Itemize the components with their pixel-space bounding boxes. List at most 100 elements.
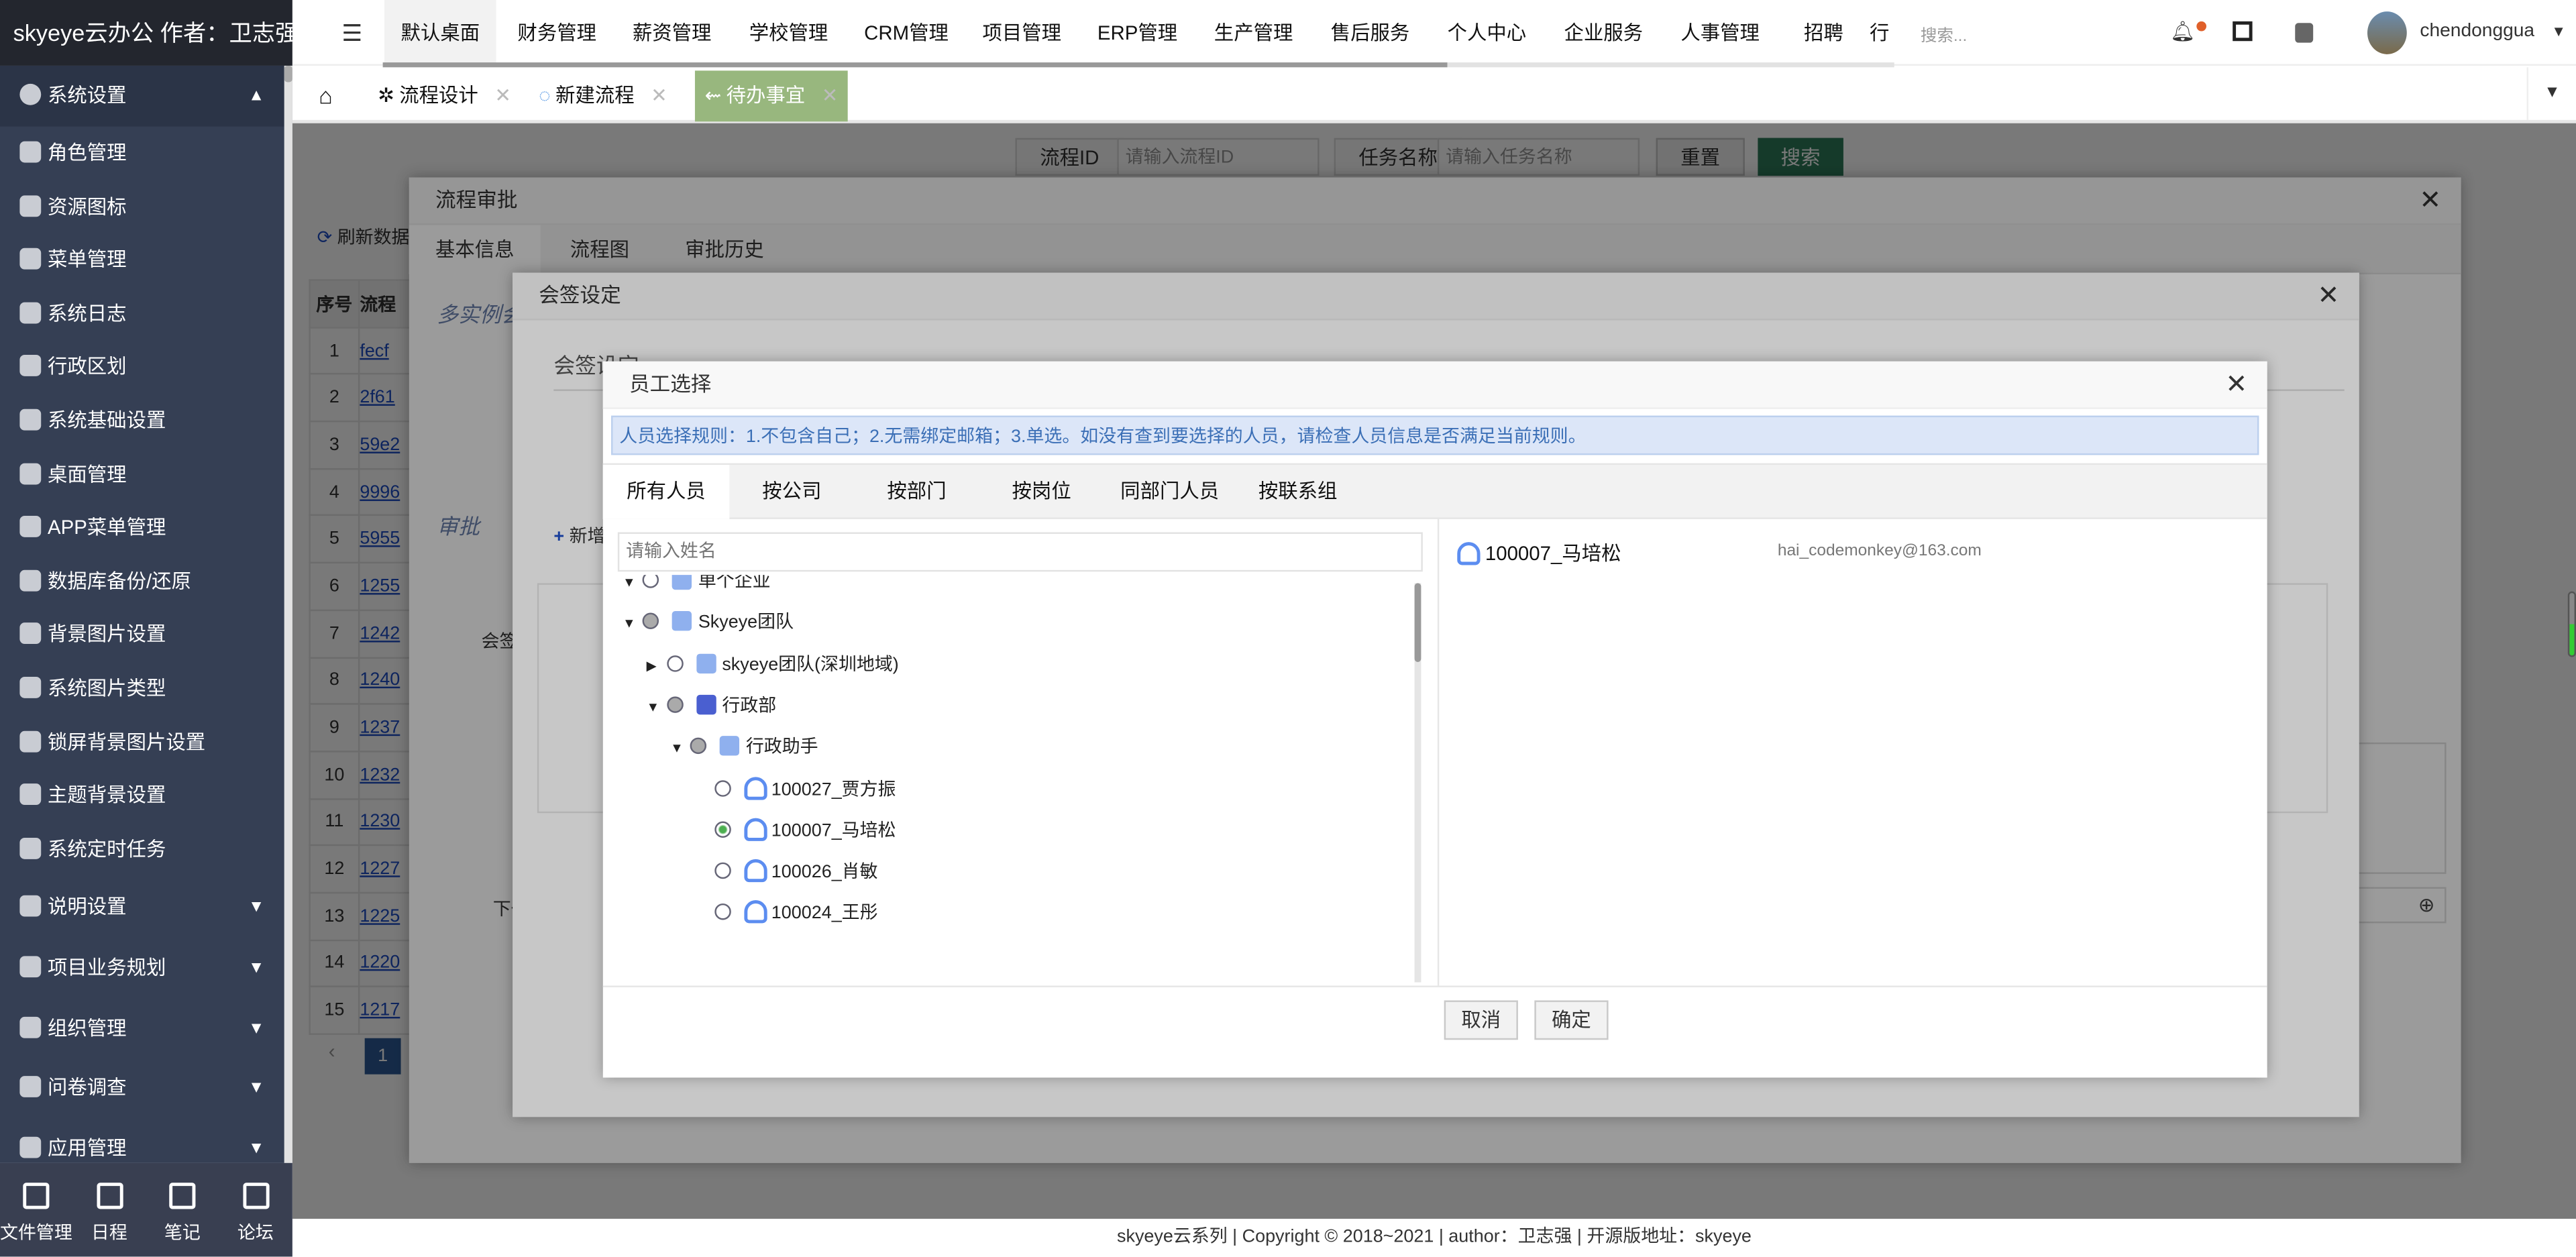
tree-radio[interactable] <box>666 655 683 671</box>
top-menu-item[interactable]: 人事管理 <box>1664 0 1776 66</box>
top-menu-item[interactable]: 招聘 <box>1788 0 1860 66</box>
tree-node[interactable]: 100024_王彤 <box>694 896 878 932</box>
top-menu-item[interactable]: 项目管理 <box>966 0 1078 66</box>
sidebar-item[interactable]: 背景图片设置 <box>19 618 166 651</box>
close-icon[interactable]: ✕ <box>2225 362 2247 409</box>
top-menu-item[interactable]: 行 <box>1853 0 1894 66</box>
user-icon <box>743 776 767 800</box>
sidebar-group[interactable]: 项目业务规划 ▼ <box>0 938 284 999</box>
expand-down-icon[interactable]: ▼ <box>623 575 639 601</box>
sidebar-item-label: 菜单管理 <box>48 248 127 272</box>
sidebar-item[interactable]: 桌面管理 <box>19 457 127 490</box>
language-icon[interactable] <box>2295 23 2314 43</box>
shortcut-2[interactable]: 笔记 <box>146 1163 219 1245</box>
top-menu-item[interactable]: 个人中心 <box>1431 0 1543 66</box>
tree-node[interactable]: ▼ 行政助手 <box>670 730 818 766</box>
avatar[interactable] <box>2367 11 2407 54</box>
sidebar-item[interactable]: 数据库备份/还原 <box>19 565 191 598</box>
top-menu-item[interactable]: CRM管理 <box>848 0 965 66</box>
shortcut-label: 日程 <box>91 1223 127 1244</box>
tab-0[interactable]: ✲ 流程设计 ✕ <box>368 70 521 121</box>
sidebar-item[interactable]: 锁屏背景图片设置 <box>19 725 205 758</box>
tree-radio[interactable] <box>714 904 731 921</box>
sidebar-item[interactable]: 行政区划 <box>19 351 127 384</box>
sidebar-item[interactable]: 系统基础设置 <box>19 404 166 437</box>
sidebar-group[interactable]: 说明设置 ▼ <box>0 877 284 938</box>
top-menu-item[interactable]: 生产管理 <box>1197 0 1309 66</box>
username[interactable]: chendonggua <box>2420 21 2551 41</box>
tree-radio[interactable] <box>690 738 707 755</box>
tree-radio[interactable] <box>666 696 683 713</box>
tree-radio[interactable] <box>642 613 659 630</box>
sidebar-group[interactable]: 组织管理 ▼ <box>0 998 284 1059</box>
cancel-button[interactable]: 取消 <box>1444 1000 1518 1040</box>
tree-scrollbar[interactable] <box>1414 583 1421 983</box>
tree-radio[interactable] <box>714 779 731 796</box>
tree-node[interactable]: ▼ 行政部 <box>647 688 776 724</box>
tree-node[interactable]: 100027_贾方振 <box>694 771 896 808</box>
expand-down-icon[interactable]: ▼ <box>623 606 639 643</box>
user-dropdown-icon[interactable]: ▼ <box>2551 23 2566 39</box>
bell-icon[interactable]: 🔔︎ <box>2170 19 2195 42</box>
shortcut-0[interactable]: 文件管理 <box>0 1163 72 1245</box>
tree-radio[interactable] <box>642 575 659 588</box>
menu-toggle-icon[interactable]: ☰ <box>341 19 362 48</box>
staff-tab[interactable]: 按岗位 <box>979 465 1104 519</box>
tab-close-icon[interactable]: ✕ <box>494 84 511 107</box>
name-search-input[interactable] <box>617 532 1423 572</box>
confirm-button[interactable]: 确定 <box>1534 1000 1609 1040</box>
tabs-dropdown-icon[interactable]: ▼ <box>2526 67 2576 120</box>
sidebar-group[interactable]: 问卷调查 ▼ <box>0 1058 284 1119</box>
staff-tab[interactable]: 同部门人员 <box>1104 465 1236 519</box>
top-menu-item[interactable]: 薪资管理 <box>616 0 728 66</box>
staff-tab[interactable]: 按公司 <box>729 465 854 519</box>
user-icon <box>1457 542 1481 565</box>
sidebar-item[interactable]: 系统图片类型 <box>19 672 166 705</box>
expand-down-icon[interactable]: ▼ <box>647 690 663 726</box>
tab-label: 流程设计 <box>399 83 478 107</box>
top-menu-item[interactable]: 企业服务 <box>1548 0 1660 66</box>
selected-staff-item[interactable]: 100007_马培松 <box>1457 539 1621 567</box>
org-tree: ▼ 单个企业 ▼ Skyeye团队 ▶ skyeye团队(深圳地域) ▼ 行政部 ▼ 行政助手 10… <box>603 575 1425 982</box>
staff-tab[interactable]: 所有人员 <box>602 465 730 519</box>
staff-tab[interactable]: 按部门 <box>854 465 979 519</box>
tab-close-icon[interactable]: ✕ <box>651 84 667 107</box>
tab-close-icon[interactable]: ✕ <box>822 84 839 107</box>
top-menu-item[interactable]: 默认桌面 <box>384 0 496 66</box>
top-menu-item[interactable]: 售后服务 <box>1314 0 1426 66</box>
footer-link[interactable]: skyeye <box>1695 1227 1752 1246</box>
staff-tab[interactable]: 按联系组 <box>1236 465 1360 519</box>
sidebar-item[interactable]: 主题背景设置 <box>19 779 166 812</box>
tab-label: 待办事宜 <box>726 83 806 107</box>
sidebar-item[interactable]: 系统日志 <box>19 297 127 330</box>
tree-node[interactable]: ▶ skyeye团队(深圳地域) <box>647 647 899 683</box>
shortcut-1[interactable]: 日程 <box>73 1163 146 1245</box>
sidebar-group-system-settings[interactable]: 系统设置 ▲ <box>0 65 284 127</box>
sidebar-group-label: 组织管理 <box>48 1016 127 1040</box>
top-menu-item[interactable]: 学校管理 <box>733 0 845 66</box>
caret-down-icon: ▼ <box>248 898 265 917</box>
expand-down-icon[interactable]: ▼ <box>670 731 686 767</box>
tree-node[interactable]: ▼ 单个企业 <box>623 575 771 601</box>
tree-node[interactable]: 100026_肖敏 <box>694 855 878 891</box>
home-tab[interactable]: ⌂ <box>309 70 342 121</box>
tree-radio[interactable] <box>714 862 731 879</box>
top-menu-item[interactable]: 财务管理 <box>501 0 613 66</box>
sidebar-item[interactable]: 角色管理 <box>19 136 127 169</box>
sidebar-scrollbar[interactable] <box>284 65 292 1163</box>
tab-2[interactable]: ⇜ 待办事宜 ✕ <box>694 70 849 122</box>
fullscreen-icon[interactable] <box>2233 21 2253 42</box>
sidebar-item[interactable]: 菜单管理 <box>19 243 127 276</box>
sidebar-item[interactable]: APP菜单管理 <box>19 511 166 544</box>
sidebar-item[interactable]: 系统定时任务 <box>19 832 166 865</box>
expand-right-icon[interactable]: ▶ <box>647 648 663 684</box>
global-search-input[interactable]: 搜索... <box>1921 21 1967 46</box>
shortcut-3[interactable]: 论坛 <box>219 1163 292 1245</box>
tab-1[interactable]: ◌ 新建流程 ✕ <box>529 70 678 121</box>
tree-radio[interactable] <box>714 821 731 838</box>
tree-node[interactable]: 100007_马培松 <box>694 813 896 849</box>
sidebar-item[interactable]: 资源图标 <box>19 190 127 223</box>
tree-node[interactable]: ▼ Skyeye团队 <box>623 605 794 641</box>
top-menu-item[interactable]: ERP管理 <box>1081 0 1193 66</box>
page-scrollbar[interactable] <box>2567 591 2576 657</box>
